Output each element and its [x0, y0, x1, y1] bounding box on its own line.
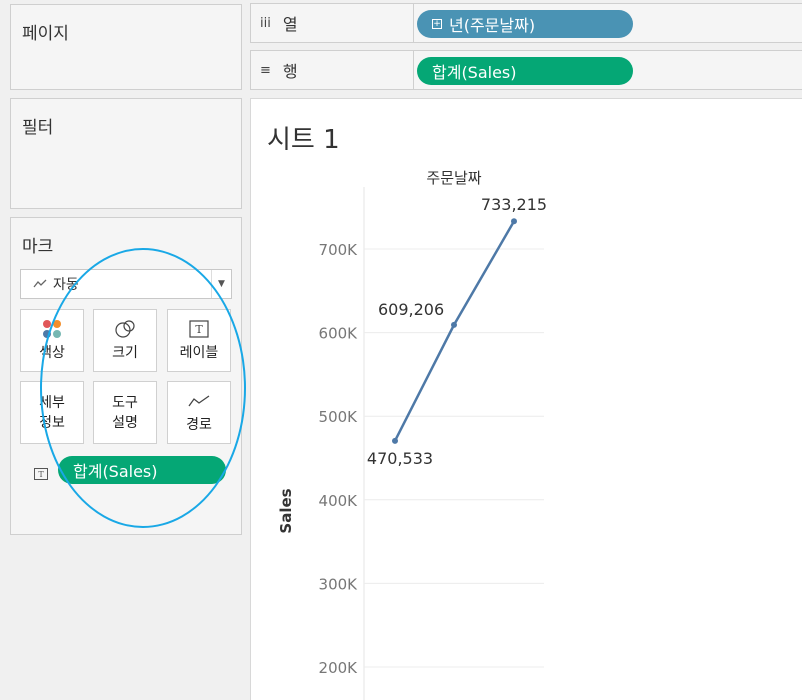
tooltip-button-line2: 설명: [112, 414, 138, 431]
filters-card[interactable]: 필터: [10, 98, 242, 209]
columns-shelf-label: iii 열: [251, 4, 414, 42]
year-order-date-pill-label: 년(주문날짜): [449, 16, 536, 35]
mark-type-dropdown[interactable]: 자동 ▼: [20, 269, 232, 299]
marks-card: 마크 자동 ▼ 색상 크기 T 레이블 세부 정보 도구 설명 경로 T 합계(…: [10, 217, 242, 535]
tooltip-button[interactable]: 도구 설명: [93, 381, 157, 444]
size-button-label: 크기: [112, 345, 138, 361]
sheet-canvas: 시트 1 주문날짜 200K 300K 400K 500K 600K 700K Sales 47…: [250, 98, 802, 700]
path-button[interactable]: 경로: [167, 381, 231, 444]
y-tick-label: 400K: [319, 492, 359, 510]
data-point: [392, 437, 398, 444]
column-header-order-date: 주문날짜: [426, 169, 481, 187]
color-dots-icon: [41, 318, 63, 340]
expand-plus-icon[interactable]: +: [432, 19, 442, 29]
data-point: [511, 218, 517, 225]
label-button-label: 레이블: [179, 345, 219, 361]
y-tick-label: 200K: [319, 659, 359, 677]
pages-card[interactable]: 페이지: [10, 4, 242, 90]
chevron-down-icon[interactable]: ▼: [211, 270, 231, 298]
color-button-label: 색상: [39, 345, 65, 361]
columns-shelf: iii 열 + 년(주문날짜): [250, 3, 802, 43]
rows-label-text: 행: [282, 62, 298, 81]
svg-text:T: T: [38, 470, 44, 479]
data-label: 609,206: [378, 300, 444, 319]
size-circles-icon: [114, 318, 136, 340]
marks-sales-pill-label: 합계(Sales): [73, 462, 158, 481]
text-t-icon: T: [189, 318, 209, 340]
detail-button-line1: 세부: [39, 394, 65, 411]
line-mark-icon: [33, 279, 47, 288]
path-button-label: 경로: [186, 417, 212, 433]
marks-title: 마크: [22, 237, 54, 257]
rows-shelf: ≡ 행 합계(Sales): [250, 50, 802, 90]
y-axis-title: Sales: [277, 488, 295, 533]
data-label: 733,215: [481, 195, 547, 214]
label-button[interactable]: T 레이블: [167, 309, 231, 372]
data-point: [451, 321, 457, 328]
rows-icon: ≡: [260, 62, 271, 78]
svg-text:T: T: [195, 323, 203, 336]
rows-sales-pill-label: 합계(Sales): [432, 63, 517, 82]
y-tick-label: 300K: [319, 575, 359, 593]
data-label: 470,533: [367, 449, 433, 468]
rows-shelf-label: ≡ 행: [251, 51, 414, 89]
size-button[interactable]: 크기: [93, 309, 157, 372]
tableau-workspace: 페이지 필터 마크 자동 ▼ 색상 크기 T 레이블 세부 정보 도구 설명 경…: [0, 0, 802, 700]
year-order-date-pill[interactable]: + 년(주문날짜): [417, 10, 633, 38]
filters-title: 필터: [22, 118, 54, 138]
columns-icon: iii: [260, 15, 271, 31]
sales-series-line: [393, 220, 516, 442]
rows-sales-pill[interactable]: 합계(Sales): [417, 57, 633, 85]
mark-type-value: 자동: [53, 277, 79, 293]
y-tick-label: 500K: [319, 408, 359, 426]
sales-line-chart: 주문날짜 200K 300K 400K 500K 600K 700K Sales 470,533…: [277, 169, 547, 700]
detail-button[interactable]: 세부 정보: [20, 381, 84, 444]
y-tick-label: 600K: [319, 325, 359, 343]
label-field-icon: T: [34, 465, 48, 484]
pages-title: 페이지: [22, 24, 69, 44]
y-tick-label: 700K: [319, 241, 359, 259]
path-line-icon: [188, 390, 210, 412]
columns-label-text: 열: [282, 15, 298, 34]
marks-sales-pill[interactable]: 합계(Sales): [58, 456, 226, 484]
color-button[interactable]: 색상: [20, 309, 84, 372]
detail-button-line2: 정보: [39, 414, 65, 431]
tooltip-button-line1: 도구: [112, 394, 138, 411]
